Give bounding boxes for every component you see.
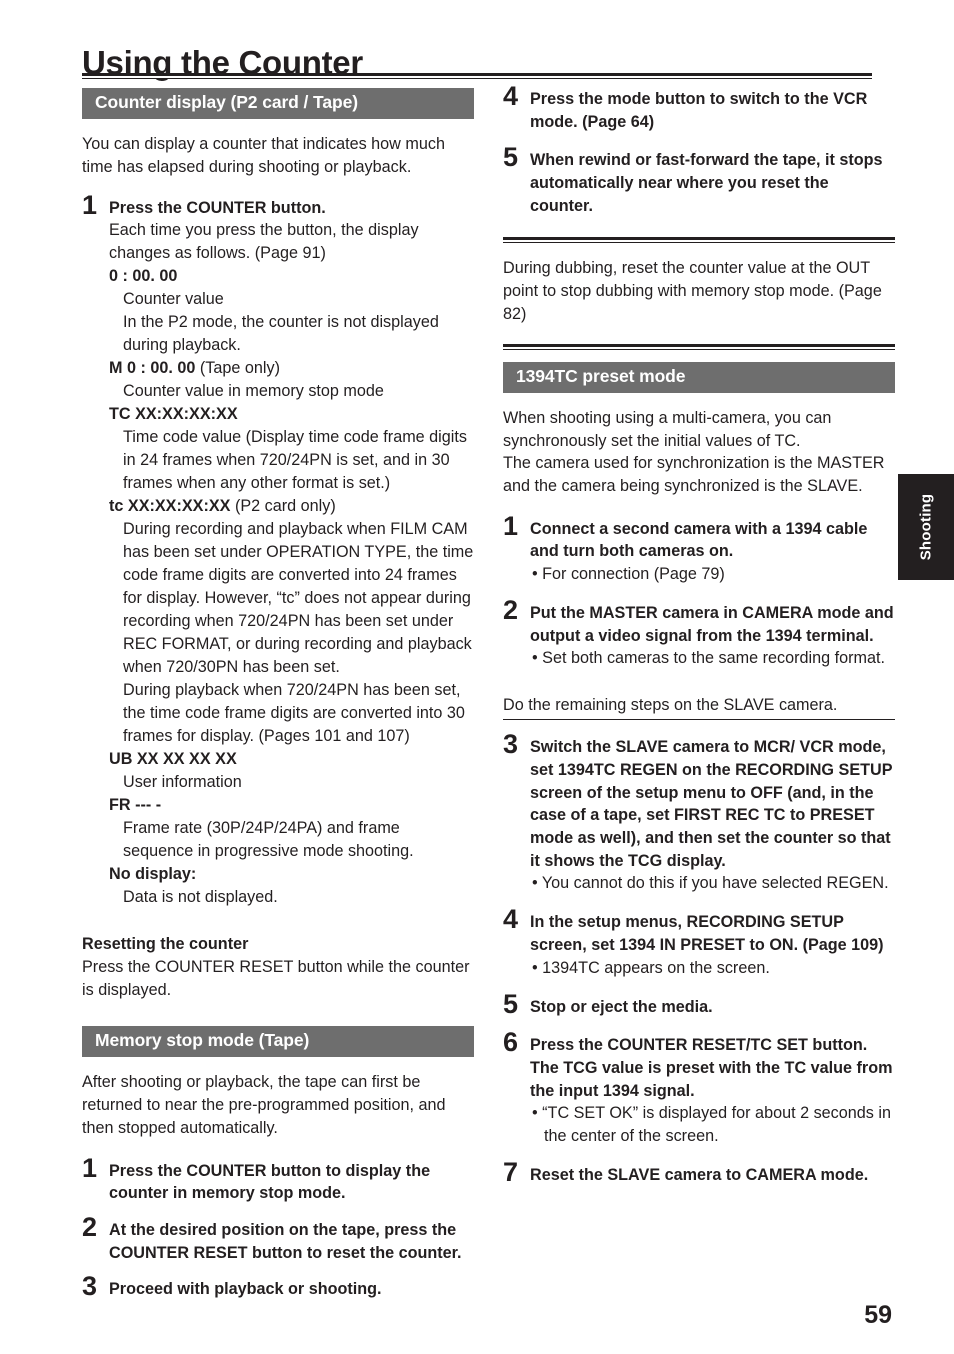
step-number: 5 [503, 142, 519, 173]
resetting-the-counter-heading: Resetting the counter [82, 935, 249, 954]
step-body: Each time you press the button, the disp… [109, 221, 419, 263]
definition-desc: Time code value (Display time code frame… [123, 428, 467, 493]
definition-desc: During playback when 720/24PN has been s… [123, 681, 465, 746]
definition-desc: During recording and playback when FILM … [123, 520, 474, 677]
definition-desc: Counter value [123, 290, 224, 309]
step-title: Reset the SLAVE camera to CAMERA mode. [530, 1166, 869, 1185]
right-column: 4 Press the mode button to switch to the… [503, 83, 895, 1187]
dubbing-note: During dubbing, reset the counter value … [503, 259, 882, 324]
step-title: Proceed with playback or shooting. [109, 1280, 382, 1299]
side-tab-label: Shooting [917, 493, 935, 561]
slave-camera-note: Do the remaining steps on the SLAVE came… [503, 694, 895, 721]
counter-display-intro: You can display a counter that indicates… [82, 134, 445, 176]
preset-mode-intro-line-1: When shooting using a multi-camera, you … [503, 408, 832, 450]
step-title: Switch the SLAVE camera to MCR/ VCR mode… [530, 738, 893, 870]
definition-desc: User information [123, 773, 242, 792]
step-title: At the desired position on the tape, pre… [109, 1221, 462, 1262]
step-title: Press the COUNTER RESET/TC SET button. T… [530, 1036, 893, 1100]
step-title: In the setup menus, RECORDING SETUP scre… [530, 913, 884, 954]
step-bullet: • You cannot do this if you have selecte… [532, 874, 889, 893]
definition-term-memory-counter: M 0 : 00. 00 (Tape only) [109, 359, 280, 378]
step-memory-stop-3: 3 Proceed with playback or shooting. [82, 1273, 474, 1301]
step-bullet: • 1394TC appears on the screen. [532, 958, 770, 977]
step-number: 3 [82, 1271, 98, 1302]
step-memory-stop-5: 5 When rewind or fast-forward the tape, … [503, 144, 895, 217]
memory-stop-mode-intro: After shooting or playback, the tape can… [82, 1072, 446, 1137]
step-bullet: • For connection (Page 79) [532, 564, 725, 583]
definition-desc: In the P2 mode, the counter is not displ… [123, 313, 439, 355]
step-preset-6: 6 Press the COUNTER RESET/TC SET button.… [503, 1029, 895, 1148]
step-title: Press the mode button to switch to the V… [530, 90, 868, 131]
step-title: Press the COUNTER button to display the … [109, 1161, 431, 1203]
definition-term-fr: FR --- - [109, 796, 162, 815]
title-divider [82, 73, 872, 79]
step-title: Connect a second camera with a 1394 cabl… [530, 519, 868, 561]
section-header-counter-display: Counter display (P2 card / Tape) [82, 88, 474, 119]
definition-desc: Frame rate (30P/24P/24PA) and frame sequ… [123, 819, 414, 861]
section-header-memory-stop-mode: Memory stop mode (Tape) [82, 1026, 474, 1057]
section-header-1394tc-preset-mode: 1394TC preset mode [503, 362, 895, 393]
step-preset-5: 5 Stop or eject the media. [503, 990, 895, 1019]
step-number: 7 [503, 1157, 519, 1188]
preset-mode-intro-line-2: The camera used for synchronization is t… [503, 454, 885, 495]
step-preset-7: 7 Reset the SLAVE camera to CAMERA mode. [503, 1159, 895, 1187]
step-bullet: • Set both cameras to the same recording… [532, 649, 885, 668]
definition-desc: Counter value in memory stop mode [123, 382, 384, 401]
step-title: Stop or eject the media. [530, 997, 713, 1016]
definition-term-no-display: No display: [109, 865, 197, 884]
page-number: 59 [864, 1301, 892, 1329]
side-tab-shooting: Shooting [898, 474, 954, 580]
definition-term-counter: 0 : 00. 00 [109, 267, 178, 286]
step-memory-stop-2: 2 At the desired position on the tape, p… [82, 1214, 474, 1264]
step-number: 2 [82, 1212, 98, 1243]
step-memory-stop-1: 1 Press the COUNTER button to display th… [82, 1154, 474, 1205]
step-bullet: • “TC SET OK” is displayed for about 2 s… [532, 1104, 891, 1146]
step-title: Put the MASTER camera in CAMERA mode and… [530, 603, 894, 645]
step-number: 6 [503, 1027, 519, 1058]
definition-term-ub: UB XX XX XX XX [109, 750, 237, 769]
step-title: When rewind or fast-forward the tape, it… [530, 151, 883, 215]
definition-desc: Data is not displayed. [123, 888, 278, 907]
left-column: Counter display (P2 card / Tape) You can… [82, 88, 474, 1301]
step-number: 4 [503, 81, 519, 111]
resetting-the-counter-body: Press the COUNTER RESET button while the… [82, 958, 470, 1000]
step-preset-1: 1 Connect a second camera with a 1394 ca… [503, 512, 895, 586]
manual-page: Using the Counter Counter display (P2 ca… [0, 0, 954, 1354]
definition-term-tc: TC XX:XX:XX:XX [109, 405, 238, 424]
step-memory-stop-4: 4 Press the mode button to switch to the… [503, 83, 895, 133]
step-number: 3 [503, 729, 519, 760]
step-number: 1 [503, 510, 519, 541]
step-title: Press the COUNTER button. [109, 198, 326, 217]
step-preset-4: 4 In the setup menus, RECORDING SETUP sc… [503, 906, 895, 979]
step-preset-3: 3 Switch the SLAVE camera to MCR/ VCR mo… [503, 731, 895, 895]
step-number: 5 [503, 988, 519, 1019]
step-number: 1 [82, 189, 98, 220]
step-number: 2 [503, 594, 519, 625]
step-preset-2: 2 Put the MASTER camera in CAMERA mode a… [503, 596, 895, 670]
step-number: 1 [82, 1152, 98, 1183]
step-number: 4 [503, 904, 519, 935]
step-counter-display-1: 1 Press the COUNTER button. Each time yo… [82, 191, 474, 910]
definition-term-tc-lower: tc XX:XX:XX:XX (P2 card only) [109, 497, 336, 516]
